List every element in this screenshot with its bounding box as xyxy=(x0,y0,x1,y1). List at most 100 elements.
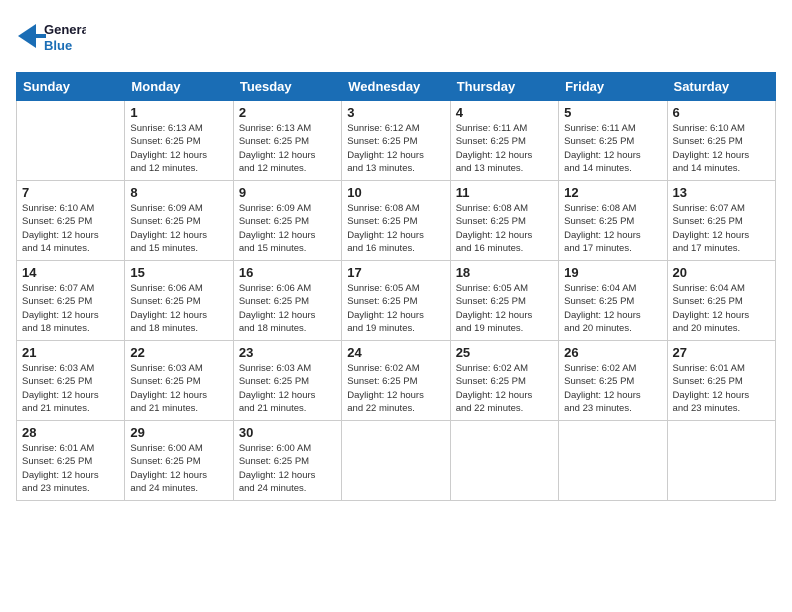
day-number: 16 xyxy=(239,265,336,280)
day-info: Sunrise: 6:03 AM Sunset: 6:25 PM Dayligh… xyxy=(130,362,227,415)
day-info: Sunrise: 6:07 AM Sunset: 6:25 PM Dayligh… xyxy=(22,282,119,335)
day-number: 10 xyxy=(347,185,444,200)
calendar-cell xyxy=(17,101,125,181)
day-info: Sunrise: 6:11 AM Sunset: 6:25 PM Dayligh… xyxy=(564,122,661,175)
day-info: Sunrise: 6:09 AM Sunset: 6:25 PM Dayligh… xyxy=(130,202,227,255)
day-info: Sunrise: 6:06 AM Sunset: 6:25 PM Dayligh… xyxy=(130,282,227,335)
calendar-cell: 4 Sunrise: 6:11 AM Sunset: 6:25 PM Daylig… xyxy=(450,101,558,181)
day-info: Sunrise: 6:02 AM Sunset: 6:25 PM Dayligh… xyxy=(347,362,444,415)
calendar-header-saturday: Saturday xyxy=(667,73,775,101)
day-info: Sunrise: 6:03 AM Sunset: 6:25 PM Dayligh… xyxy=(22,362,119,415)
day-number: 11 xyxy=(456,185,553,200)
day-info: Sunrise: 6:05 AM Sunset: 6:25 PM Dayligh… xyxy=(347,282,444,335)
calendar-cell: 23 Sunrise: 6:03 AM Sunset: 6:25 PM Dayli… xyxy=(233,341,341,421)
calendar-cell: 30 Sunrise: 6:00 AM Sunset: 6:25 PM Dayli… xyxy=(233,421,341,501)
calendar-cell: 3 Sunrise: 6:12 AM Sunset: 6:25 PM Daylig… xyxy=(342,101,450,181)
calendar-cell: 6 Sunrise: 6:10 AM Sunset: 6:25 PM Daylig… xyxy=(667,101,775,181)
svg-text:General: General xyxy=(44,22,86,37)
day-number: 15 xyxy=(130,265,227,280)
day-number: 19 xyxy=(564,265,661,280)
day-info: Sunrise: 6:12 AM Sunset: 6:25 PM Dayligh… xyxy=(347,122,444,175)
day-number: 1 xyxy=(130,105,227,120)
day-number: 2 xyxy=(239,105,336,120)
calendar-header-wednesday: Wednesday xyxy=(342,73,450,101)
calendar-cell: 17 Sunrise: 6:05 AM Sunset: 6:25 PM Dayli… xyxy=(342,261,450,341)
day-number: 8 xyxy=(130,185,227,200)
calendar-header-sunday: Sunday xyxy=(17,73,125,101)
day-info: Sunrise: 6:06 AM Sunset: 6:25 PM Dayligh… xyxy=(239,282,336,335)
day-number: 27 xyxy=(673,345,770,360)
calendar-cell: 16 Sunrise: 6:06 AM Sunset: 6:25 PM Dayli… xyxy=(233,261,341,341)
calendar-cell: 22 Sunrise: 6:03 AM Sunset: 6:25 PM Dayli… xyxy=(125,341,233,421)
calendar-cell xyxy=(559,421,667,501)
day-number: 22 xyxy=(130,345,227,360)
calendar-header-friday: Friday xyxy=(559,73,667,101)
day-number: 18 xyxy=(456,265,553,280)
calendar-cell: 20 Sunrise: 6:04 AM Sunset: 6:25 PM Dayli… xyxy=(667,261,775,341)
day-info: Sunrise: 6:07 AM Sunset: 6:25 PM Dayligh… xyxy=(673,202,770,255)
calendar-header-row: SundayMondayTuesdayWednesdayThursdayFrid… xyxy=(17,73,776,101)
day-info: Sunrise: 6:10 AM Sunset: 6:25 PM Dayligh… xyxy=(673,122,770,175)
calendar-cell: 21 Sunrise: 6:03 AM Sunset: 6:25 PM Dayli… xyxy=(17,341,125,421)
calendar-cell: 27Sunrise: 6:01 AM Sunset: 6:25 PM Dayli… xyxy=(667,341,775,421)
day-info: Sunrise: 6:09 AM Sunset: 6:25 PM Dayligh… xyxy=(239,202,336,255)
day-number: 9 xyxy=(239,185,336,200)
logo: GeneralBlue xyxy=(16,16,86,60)
week-row-1: 1 Sunrise: 6:13 AM Sunset: 6:25 PM Daylig… xyxy=(17,101,776,181)
calendar-cell: 24 Sunrise: 6:02 AM Sunset: 6:25 PM Dayli… xyxy=(342,341,450,421)
day-number: 21 xyxy=(22,345,119,360)
day-number: 12 xyxy=(564,185,661,200)
day-info: Sunrise: 6:08 AM Sunset: 6:25 PM Dayligh… xyxy=(564,202,661,255)
day-info: Sunrise: 6:04 AM Sunset: 6:25 PM Dayligh… xyxy=(564,282,661,335)
day-number: 26 xyxy=(564,345,661,360)
day-number: 4 xyxy=(456,105,553,120)
day-number: 30 xyxy=(239,425,336,440)
day-number: 24 xyxy=(347,345,444,360)
day-info: Sunrise: 6:04 AM Sunset: 6:25 PM Dayligh… xyxy=(673,282,770,335)
calendar-cell: 19 Sunrise: 6:04 AM Sunset: 6:25 PM Dayli… xyxy=(559,261,667,341)
day-number: 23 xyxy=(239,345,336,360)
calendar-cell: 5Sunrise: 6:11 AM Sunset: 6:25 PM Daylig… xyxy=(559,101,667,181)
calendar-cell: 15 Sunrise: 6:06 AM Sunset: 6:25 PM Dayli… xyxy=(125,261,233,341)
day-info: Sunrise: 6:05 AM Sunset: 6:25 PM Dayligh… xyxy=(456,282,553,335)
day-number: 7 xyxy=(22,185,119,200)
calendar-header-tuesday: Tuesday xyxy=(233,73,341,101)
day-info: Sunrise: 6:13 AM Sunset: 6:25 PM Dayligh… xyxy=(130,122,227,175)
calendar-cell: 18 Sunrise: 6:05 AM Sunset: 6:25 PM Dayli… xyxy=(450,261,558,341)
day-info: Sunrise: 6:08 AM Sunset: 6:25 PM Dayligh… xyxy=(456,202,553,255)
calendar-cell xyxy=(342,421,450,501)
calendar-table: SundayMondayTuesdayWednesdayThursdayFrid… xyxy=(16,72,776,501)
calendar-cell: 1 Sunrise: 6:13 AM Sunset: 6:25 PM Daylig… xyxy=(125,101,233,181)
svg-text:Blue: Blue xyxy=(44,38,72,53)
day-info: Sunrise: 6:03 AM Sunset: 6:25 PM Dayligh… xyxy=(239,362,336,415)
day-info: Sunrise: 6:11 AM Sunset: 6:25 PM Dayligh… xyxy=(456,122,553,175)
day-number: 13 xyxy=(673,185,770,200)
page-header: GeneralBlue xyxy=(16,16,776,60)
day-number: 25 xyxy=(456,345,553,360)
day-info: Sunrise: 6:00 AM Sunset: 6:25 PM Dayligh… xyxy=(130,442,227,495)
day-info: Sunrise: 6:01 AM Sunset: 6:25 PM Dayligh… xyxy=(22,442,119,495)
day-number: 20 xyxy=(673,265,770,280)
week-row-4: 21 Sunrise: 6:03 AM Sunset: 6:25 PM Dayli… xyxy=(17,341,776,421)
calendar-cell: 7 Sunrise: 6:10 AM Sunset: 6:25 PM Daylig… xyxy=(17,181,125,261)
calendar-cell: 13 Sunrise: 6:07 AM Sunset: 6:25 PM Dayli… xyxy=(667,181,775,261)
day-info: Sunrise: 6:10 AM Sunset: 6:25 PM Dayligh… xyxy=(22,202,119,255)
calendar-cell: 10Sunrise: 6:08 AM Sunset: 6:25 PM Dayli… xyxy=(342,181,450,261)
calendar-cell xyxy=(450,421,558,501)
day-info: Sunrise: 6:00 AM Sunset: 6:25 PM Dayligh… xyxy=(239,442,336,495)
day-number: 3 xyxy=(347,105,444,120)
calendar-cell: 2Sunrise: 6:13 AM Sunset: 6:25 PM Daylig… xyxy=(233,101,341,181)
calendar-cell: 14Sunrise: 6:07 AM Sunset: 6:25 PM Dayli… xyxy=(17,261,125,341)
week-row-5: 28 Sunrise: 6:01 AM Sunset: 6:25 PM Dayli… xyxy=(17,421,776,501)
calendar-cell: 26Sunrise: 6:02 AM Sunset: 6:25 PM Dayli… xyxy=(559,341,667,421)
week-row-2: 7 Sunrise: 6:10 AM Sunset: 6:25 PM Daylig… xyxy=(17,181,776,261)
calendar-header-thursday: Thursday xyxy=(450,73,558,101)
calendar-header-monday: Monday xyxy=(125,73,233,101)
week-row-3: 14Sunrise: 6:07 AM Sunset: 6:25 PM Dayli… xyxy=(17,261,776,341)
calendar-cell: 11 Sunrise: 6:08 AM Sunset: 6:25 PM Dayli… xyxy=(450,181,558,261)
day-number: 28 xyxy=(22,425,119,440)
day-number: 17 xyxy=(347,265,444,280)
calendar-cell xyxy=(667,421,775,501)
day-number: 6 xyxy=(673,105,770,120)
calendar-cell: 12 Sunrise: 6:08 AM Sunset: 6:25 PM Dayli… xyxy=(559,181,667,261)
